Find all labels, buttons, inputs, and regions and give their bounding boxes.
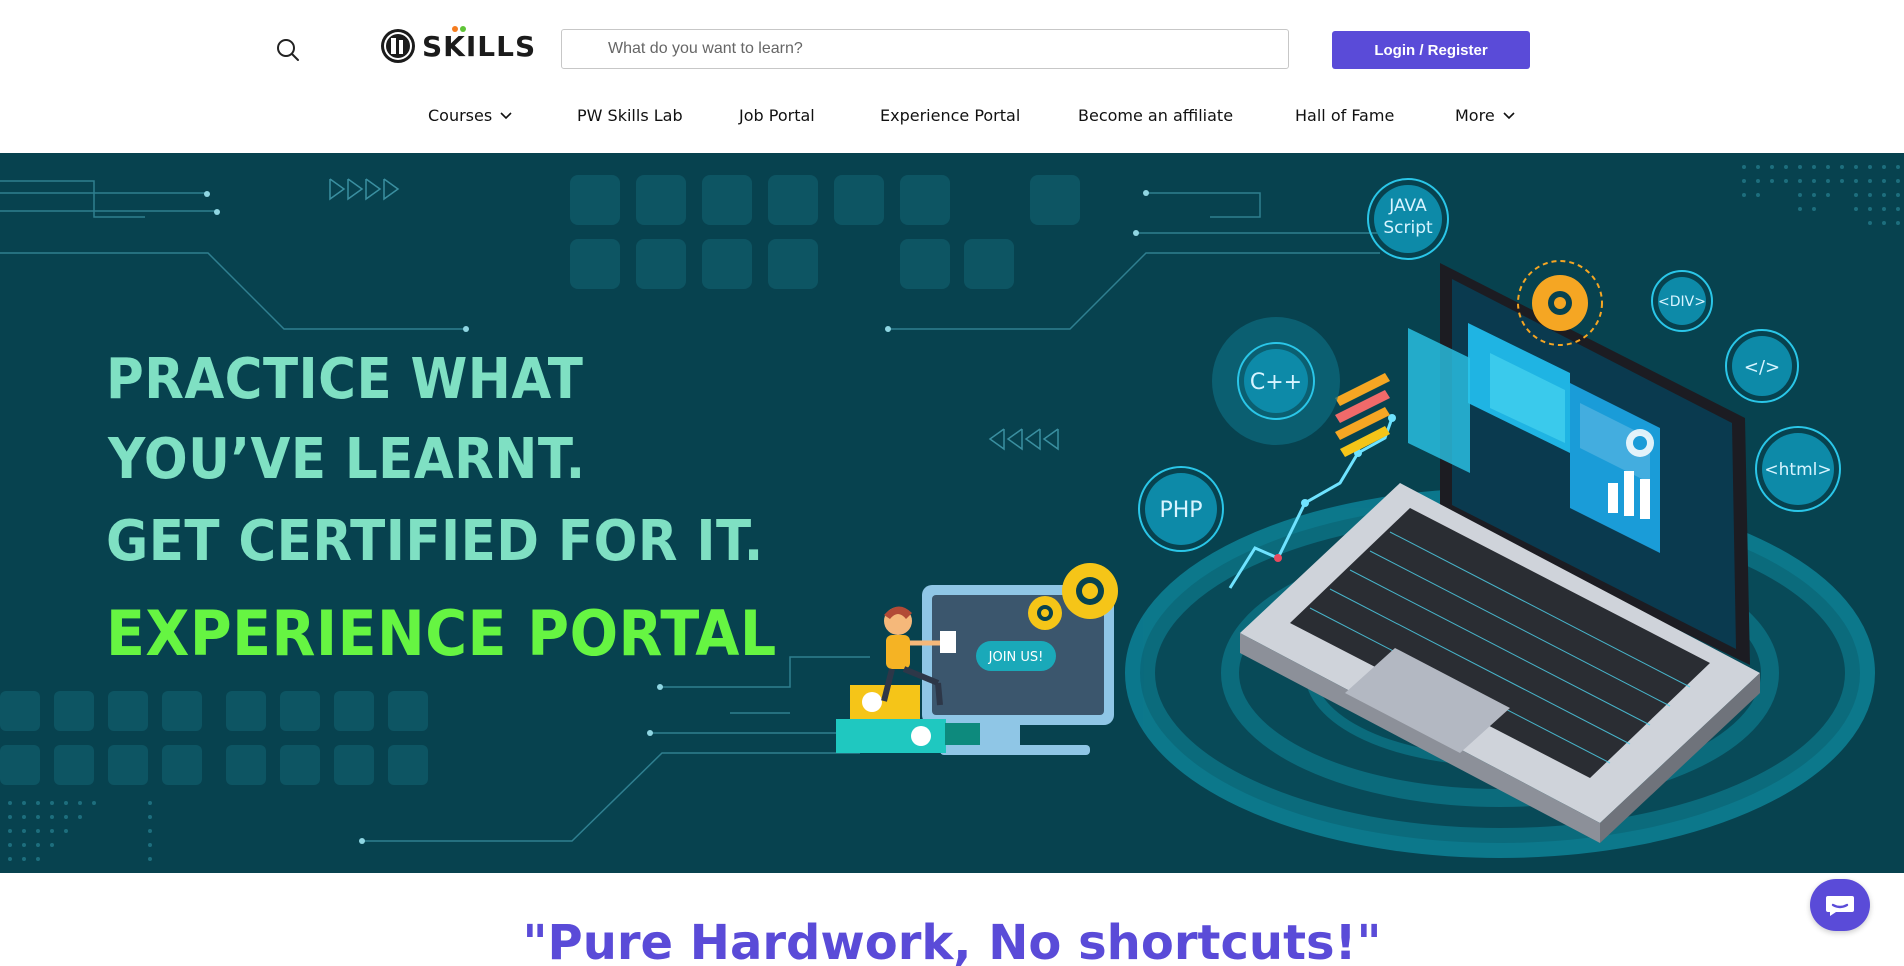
search-input[interactable] [561,29,1289,69]
badge-div: <DIV> [1658,294,1706,310]
chat-icon [1826,896,1854,916]
nav-item-more[interactable]: More [1455,106,1515,125]
nav-item-label: PW Skills Lab [577,106,683,125]
chat-widget-button[interactable] [1810,879,1870,931]
badge-script: Script [1383,218,1433,238]
nav-item-pw-skills-lab[interactable]: PW Skills Lab [577,106,683,125]
nav-item-label: Job Portal [739,106,815,125]
nav-item-courses[interactable]: Courses [428,106,512,125]
hero-headline-line3: GET CERTIFIED FOR IT. [106,509,764,574]
hardwork-quote: "Pure Hardwork, No shortcuts!" [522,915,1382,966]
badge-php: PHP [1159,498,1202,523]
logo-text: SKILLS [422,29,537,63]
pw-logo-mark-icon [381,29,415,63]
quote-section: "Pure Hardwork, No shortcuts!" [0,873,1904,966]
badge-cpp: C++ [1250,370,1302,395]
search-icon[interactable] [274,36,302,64]
join-us-label: JOIN US! [988,650,1044,665]
main-nav: Courses PW Skills Lab Job Portal Experie… [0,106,1904,130]
badge-java: JAVA [1388,196,1427,216]
nav-item-job-portal[interactable]: Job Portal [739,106,815,125]
logo-dots-icon [452,26,466,32]
nav-item-label: Become an affiliate [1078,106,1234,125]
nav-item-label: More [1455,106,1495,125]
nav-item-hall-of-fame[interactable]: Hall of Fame [1295,106,1394,125]
pw-skills-logo[interactable]: SKILLS [380,26,536,66]
chevron-down-icon [500,111,512,119]
nav-item-experience-portal[interactable]: Experience Portal [880,106,1020,125]
hero-headline-portal: EXPERIENCE PORTAL [106,597,777,670]
nav-item-label: Courses [428,106,493,125]
hero-headline-line2: YOU’VE LEARNT. [108,427,586,492]
hero-headline-line1: PRACTICE WHAT [106,347,584,412]
login-register-button[interactable]: Login / Register [1332,31,1530,69]
site-header: SKILLS Login / Register Courses PW Skill… [0,0,1904,153]
hero-banner[interactable]: JAVA Script C++ PHP <DIV> </> <html> JOI… [0,153,1904,873]
badge-html: <html> [1764,460,1831,480]
nav-item-label: Hall of Fame [1295,106,1395,125]
nav-item-become-affiliate[interactable]: Become an affiliate [1078,106,1233,125]
badge-closing-tag: </> [1744,357,1780,378]
nav-item-label: Experience Portal [880,106,1021,125]
chevron-down-icon [1503,111,1515,119]
